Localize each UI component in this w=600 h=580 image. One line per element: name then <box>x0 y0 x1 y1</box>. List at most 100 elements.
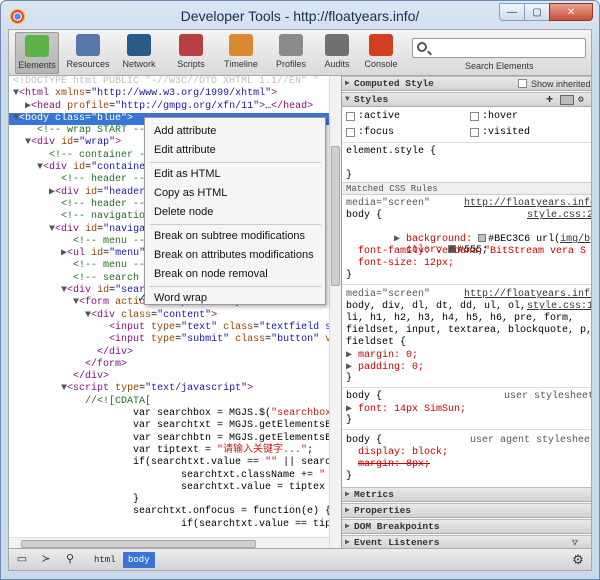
rule2-source-link[interactable]: http://floatyears.info/ <box>464 289 591 300</box>
dom-node[interactable]: var searchbox = MGJS.$("searchbox <box>9 408 339 420</box>
console-toggle-icon[interactable]: ≻ <box>37 552 55 567</box>
menu-item-break-on-node-removal[interactable]: Break on node removal <box>145 265 325 283</box>
focus-checkbox[interactable] <box>346 128 355 137</box>
add-rule-icon[interactable]: + <box>546 93 553 107</box>
menu-item-delete-node[interactable]: Delete node <box>145 203 325 221</box>
metrics-header[interactable]: ▶ Metrics <box>342 487 591 502</box>
gear-icon[interactable]: ⚙ <box>578 93 584 107</box>
rule4-margin: margin: 8px; <box>358 459 431 470</box>
rule2-selector-line2: li, h1, h2, h3, h4, h5, h6, pre, form, <box>346 313 575 324</box>
rule1-font-size[interactable]: font-size: 12px; <box>358 258 454 269</box>
rule2-padding[interactable]: ▶ padding: 0; <box>346 361 424 373</box>
dom-node[interactable]: </div> <box>9 347 339 359</box>
close-button[interactable]: ✕ <box>549 3 593 21</box>
rule1-file-link[interactable]: style.css:20 <box>527 210 591 221</box>
dom-breakpoints-header[interactable]: ▶ DOM Breakpoints <box>342 519 591 534</box>
computed-style-header[interactable]: ▶ Computed Style Show inherited <box>342 76 591 91</box>
dom-node[interactable]: <input type="submit" class="button" v <box>9 334 339 346</box>
dom-node[interactable]: var searchbtn = MGJS.getElementsB <box>9 433 339 445</box>
breadcrumb-html[interactable]: html <box>89 552 121 568</box>
menu-item-edit-as-html[interactable]: Edit as HTML <box>145 165 325 183</box>
menu-item-copy-as-html[interactable]: Copy as HTML <box>145 184 325 202</box>
dom-node[interactable]: //<![CDATA[ <box>9 396 339 408</box>
maximize-button[interactable]: ▢ <box>524 3 550 21</box>
visited-checkbox[interactable] <box>470 128 479 137</box>
menu-item-break-on-subtree-modifications[interactable]: Break on subtree modifications <box>145 227 325 245</box>
menu-separator <box>149 224 321 225</box>
tool-label: Audits <box>324 59 350 69</box>
tool-console[interactable]: Console <box>359 32 403 74</box>
rule3-selector[interactable]: body { <box>346 391 382 402</box>
breadcrumb-body[interactable]: body <box>123 552 155 568</box>
menu-item-edit-attribute[interactable]: Edit attribute <box>145 141 325 159</box>
rule2-margin[interactable]: ▶ margin: 0; <box>346 349 418 361</box>
tool-audits[interactable]: Audits <box>315 32 359 74</box>
rule2-selector[interactable]: body, div, dl, dt, dd, ul, ol, <box>346 301 526 312</box>
tool-timeline[interactable]: Timeline <box>219 32 263 74</box>
menu-item-break-on-attributes-modifications[interactable]: Break on attributes modifications <box>145 246 325 264</box>
tool-resources[interactable]: Resources <box>66 32 110 74</box>
dom-node[interactable]: </div> <box>9 371 339 383</box>
console-icon <box>369 34 393 56</box>
search-caption: Search Elements <box>465 61 534 71</box>
dom-node[interactable]: ▼<div class="content"> <box>9 310 339 322</box>
checkmark-icon: ✓ <box>137 291 148 305</box>
tool-label: Resources <box>66 59 110 69</box>
active-checkbox[interactable] <box>346 112 355 121</box>
settings-gear-icon[interactable]: ⚙ <box>569 552 587 567</box>
rule1-source-link[interactable]: http://floatyears.info/ <box>464 198 591 209</box>
rule4-selector: body { <box>346 435 383 446</box>
rule2-file-link[interactable]: style.css:12 <box>527 301 591 312</box>
rule1-selector[interactable]: body { <box>346 210 382 221</box>
scripts-icon <box>179 34 203 56</box>
dom-node[interactable]: if(searchtxt.value == tip <box>9 519 339 531</box>
rule3-font[interactable]: ▶ font: 14px SimSun; <box>346 403 466 415</box>
search-box[interactable] <box>412 38 586 58</box>
elements-icon <box>25 35 49 57</box>
properties-header[interactable]: ▶ Properties <box>342 503 591 518</box>
tool-profiles[interactable]: Profiles <box>269 32 313 74</box>
tool-label: Elements <box>18 60 56 70</box>
rule1-media: media="screen" <box>346 198 431 209</box>
dock-icon[interactable]: ▭ <box>13 552 31 567</box>
vertical-scrollbar[interactable] <box>329 76 341 548</box>
tool-elements[interactable]: Elements <box>15 32 59 74</box>
context-menu: Add attribute Edit attribute Edit as HTML C… <box>137 117 326 307</box>
dom-node[interactable]: ▼<script type="text/javascript"> <box>9 383 339 395</box>
event-listeners-header[interactable]: ▶ Event Listeners ▽ <box>342 535 591 548</box>
rule2-media: media="screen" <box>346 289 431 300</box>
dom-node[interactable]: ▶<head profile="http://gmpg.org/xfn/11">… <box>9 101 339 113</box>
horizontal-scrollbar[interactable] <box>9 537 329 548</box>
dom-node[interactable]: </form> <box>9 359 339 371</box>
filter-icon[interactable]: ▽ <box>572 536 578 548</box>
dom-node[interactable]: searchtxt.value = tiptex <box>9 482 339 494</box>
menu-item-add-attribute[interactable]: Add attribute <box>145 122 325 140</box>
dom-node[interactable]: searchtxt.className += " <box>9 470 339 482</box>
tool-network[interactable]: Network <box>117 32 161 74</box>
dom-node[interactable]: var tiptext = "请输入关键字..."; <box>9 445 339 457</box>
hover-checkbox[interactable] <box>470 112 479 121</box>
dom-node[interactable]: ▼<html xmlns="http://www.w3.org/1999/xht… <box>9 88 339 100</box>
panel-toolbar: Elements Resources Network Scripts Timeline P… <box>8 29 592 75</box>
element-state-icon[interactable] <box>560 95 574 105</box>
rule2-close: } <box>346 373 353 384</box>
active-label: :active <box>358 111 401 122</box>
styles-header[interactable]: ▼ Styles + ⚙ <box>342 92 591 107</box>
dom-node[interactable]: var searchtxt = MGJS.getElementsB <box>9 420 339 432</box>
show-inherited-checkbox[interactable] <box>518 79 527 88</box>
dom-node[interactable]: searchtxt.onfocus = function(e) { <box>9 506 339 518</box>
tool-scripts[interactable]: Scripts <box>169 32 213 74</box>
element-style-selector[interactable]: element.style { <box>346 146 436 157</box>
dom-node[interactable]: <input type="text" class="textfield s <box>9 322 339 334</box>
audits-icon <box>325 34 349 56</box>
matched-rules-header: Matched CSS Rules <box>342 182 591 195</box>
menu-item-word-wrap[interactable]: ✓ Word wrap <box>137 289 325 307</box>
dom-node[interactable]: if(searchtxt.value == "" || searc <box>9 457 339 469</box>
dom-node[interactable]: } <box>9 494 339 506</box>
rule1-font-family[interactable]: font-family: Verdana,"BitStream vera S <box>358 246 586 257</box>
inspect-search-icon[interactable]: ⚲ <box>61 552 79 567</box>
search-input[interactable] <box>433 41 583 55</box>
minimize-button[interactable]: — <box>499 3 525 21</box>
dom-node[interactable]: <!DOCTYPE html PUBLIC "-//W3C//DTD XHTML… <box>9 76 339 88</box>
tool-label: Scripts <box>177 59 205 69</box>
